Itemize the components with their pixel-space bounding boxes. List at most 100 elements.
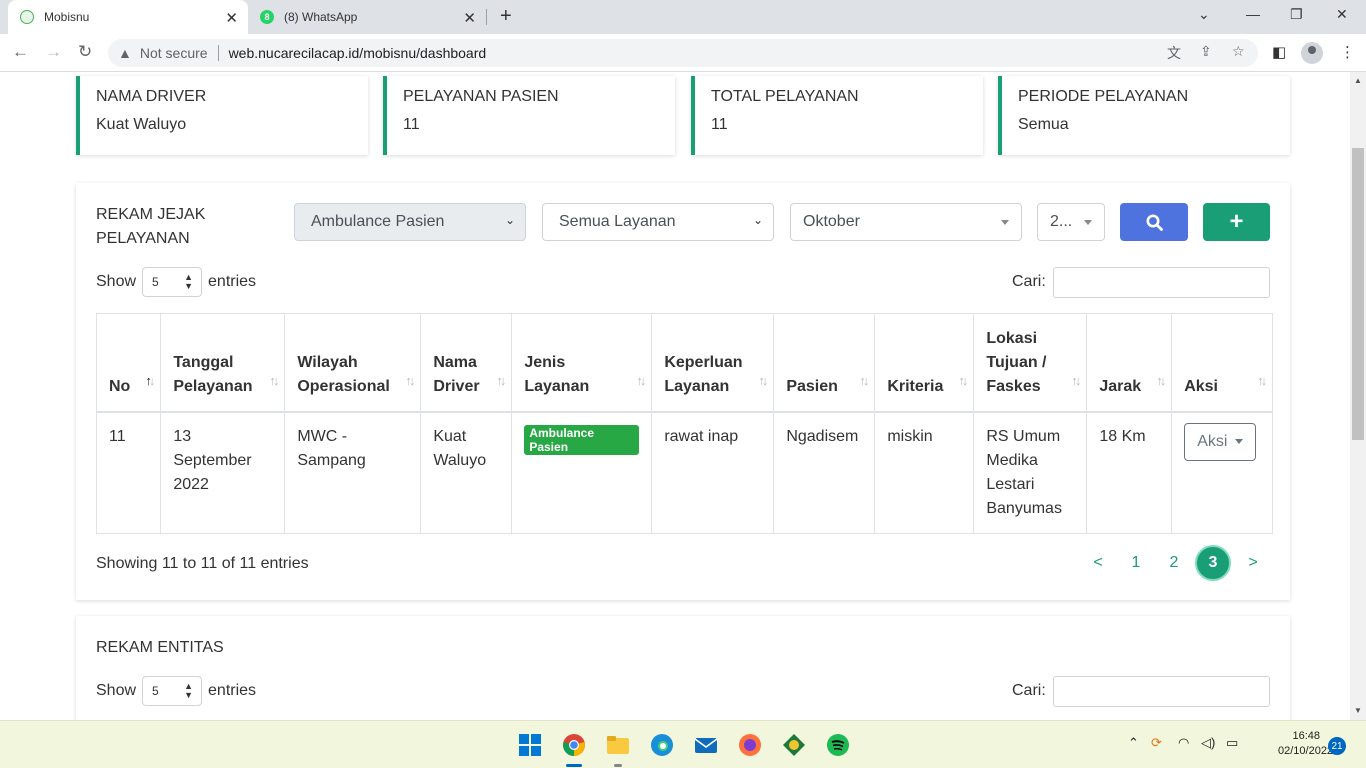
mail-icon[interactable] (694, 733, 718, 757)
entitas-search-input[interactable] (1053, 676, 1270, 707)
entries-label: entries (208, 682, 257, 699)
pagination-prev[interactable]: < (1080, 545, 1116, 581)
cell-no: 11 (95, 411, 162, 534)
select-value: Ambulance Pasien (311, 213, 445, 230)
mobisnu-favicon-icon (20, 10, 34, 24)
omnibox[interactable]: ▲ Not secure web.nucarecilacap.id/mobisn… (108, 39, 1258, 67)
pagination-page-2[interactable]: 2 (1156, 545, 1192, 581)
search-button[interactable] (1120, 203, 1188, 241)
new-tab-icon[interactable]: + (500, 5, 512, 28)
tab-mobisnu[interactable]: Mobisnu ✕ (8, 0, 248, 34)
table-search-input[interactable] (1053, 267, 1270, 298)
column-header-driver[interactable]: Nama Driver ↑↓ (420, 313, 513, 413)
column-header-lokasi[interactable]: Lokasi Tujuan / Faskes ↑↓ (973, 313, 1088, 413)
clock-date: 02/10/2022 (1278, 745, 1334, 757)
close-window-icon[interactable]: ✕ (1336, 6, 1348, 23)
cell-line: Sampang (297, 451, 366, 469)
stat-value: 11 (403, 116, 420, 133)
page-scrollbar[interactable]: ▲ ▼ (1350, 72, 1366, 720)
wifi-icon[interactable]: ◠ (1178, 735, 1189, 751)
plus-icon: + (1229, 208, 1244, 235)
pagination-page-1[interactable]: 1 (1118, 545, 1154, 581)
column-header-tanggal[interactable]: Tanggal Pelayanan ↑↓ (160, 313, 286, 413)
menu-kebab-icon[interactable]: ⋮ (1340, 43, 1355, 61)
tab-separator (486, 9, 487, 25)
translate-icon[interactable]: 文 (1167, 43, 1181, 63)
column-header-pasien[interactable]: Pasien ↑↓ (773, 313, 876, 413)
caret-down-icon (1084, 220, 1092, 225)
column-header-kriteria[interactable]: Kriteria ↑↓ (874, 313, 975, 413)
page-viewport: NAMA DRIVER Kuat Waluyo PELAYANAN PASIEN… (0, 72, 1350, 720)
scroll-up-icon[interactable]: ▲ (1354, 76, 1362, 85)
back-icon[interactable]: ← (12, 42, 29, 62)
aksi-dropdown-button[interactable]: Aksi (1184, 422, 1257, 461)
column-header-jarak[interactable]: Jarak ↑↓ (1086, 313, 1173, 413)
notification-badge[interactable]: 21 (1328, 737, 1346, 755)
side-panel-icon[interactable]: ◧ (1272, 43, 1286, 61)
column-header-wilayah[interactable]: Wilayah Operasional ↑↓ (284, 313, 422, 413)
sort-icon: ↑↓ (1156, 372, 1166, 388)
tray-chevron-up-icon[interactable]: ⌃ (1128, 735, 1139, 751)
add-button[interactable]: + (1203, 203, 1270, 241)
profile-avatar[interactable] (1301, 42, 1323, 64)
header-label: Pelayanan (173, 377, 253, 395)
nu-app-icon[interactable] (782, 733, 806, 757)
warning-icon[interactable]: ▲ (118, 45, 132, 61)
cell-line: Lestari (986, 475, 1035, 493)
page-length-control: Show 5 ▲ ▼ entries (96, 267, 256, 297)
close-tab-icon[interactable]: ✕ (225, 9, 238, 27)
scrollbar-thumb[interactable] (1352, 148, 1364, 440)
taskbar-clock[interactable]: 16:48 02/10/2022 (1278, 729, 1334, 759)
forward-icon[interactable]: → (45, 42, 62, 62)
sort-icon: ↑↓ (859, 372, 869, 388)
url-text[interactable]: web.nucarecilacap.id/mobisnu/dashboard (229, 45, 487, 61)
stat-card-periode: PERIODE PELAYANAN Semua (998, 76, 1290, 155)
column-header-keperluan[interactable]: Keperluan Layanan ↑↓ (651, 313, 775, 413)
volume-icon[interactable]: ◁) (1201, 735, 1215, 751)
share-icon[interactable]: ⇪ (1200, 43, 1212, 60)
minimize-icon[interactable]: — (1246, 6, 1260, 22)
edge-icon[interactable] (650, 733, 674, 757)
page-length-select[interactable]: 5 ▲ ▼ (142, 267, 203, 297)
sort-icon: ↑↓ (1257, 372, 1267, 388)
page-length-select[interactable]: 5 ▲ ▼ (142, 676, 203, 706)
column-header-aksi[interactable]: Aksi ↑↓ (1171, 313, 1274, 413)
pagination-page-3-current[interactable]: 3 (1195, 545, 1231, 581)
pelayanan-table: No ↑↓ Tanggal Pelayanan ↑↓ Wilayah Operasion… (95, 313, 1274, 534)
search-label: Cari: (1012, 682, 1046, 699)
tab-search-chevron-icon[interactable]: ⌄ (1198, 6, 1210, 23)
reload-icon[interactable]: ↻ (78, 42, 92, 62)
cell-jenis: Ambulance Pasien (511, 411, 653, 534)
pagination-next[interactable]: > (1235, 545, 1271, 581)
spotify-icon[interactable] (826, 733, 850, 757)
file-explorer-icon[interactable] (606, 733, 630, 757)
os-taskbar: ⌃ ⟳ ◠ ◁) ▭ 16:48 02/10/2022 21 (0, 720, 1366, 768)
aksi-label: Aksi (1197, 432, 1228, 450)
rekam-jejak-panel: REKAM JEJAK PELAYANAN Ambulance Pasien ⌄… (76, 183, 1290, 600)
tahun-select[interactable]: 2... (1037, 203, 1105, 241)
updown-icon: ▲ ▼ (184, 272, 194, 291)
panel-title: REKAM JEJAK PELAYANAN (96, 203, 205, 251)
sort-icon: ↑↓ (269, 372, 279, 388)
jenis-layanan-select[interactable]: Ambulance Pasien ⌄ (294, 203, 526, 241)
column-header-no[interactable]: No ↑↓ (95, 313, 162, 413)
sort-icon: ↑↓ (758, 372, 768, 388)
sort-icon: ↑↓ (405, 372, 415, 388)
layanan-select[interactable]: Semua Layanan ⌄ (542, 203, 774, 241)
close-tab-icon[interactable]: ✕ (463, 9, 476, 27)
bulan-select[interactable]: Oktober (790, 203, 1022, 241)
restore-icon[interactable]: ❐ (1290, 6, 1303, 23)
windows-start-icon[interactable] (518, 733, 542, 757)
chrome-icon[interactable] (562, 733, 586, 757)
security-label[interactable]: Not secure (140, 45, 208, 61)
bookmark-star-icon[interactable]: ☆ (1232, 43, 1245, 60)
tab-whatsapp[interactable]: 8 (8) WhatsApp ✕ (248, 0, 486, 34)
sync-icon[interactable]: ⟳ (1151, 735, 1162, 751)
column-header-jenis[interactable]: Jenis Layanan ↑↓ (511, 313, 653, 413)
firefox-icon[interactable] (738, 733, 762, 757)
battery-icon[interactable]: ▭ (1226, 735, 1238, 751)
scroll-down-icon[interactable]: ▼ (1354, 706, 1362, 715)
header-label: Aksi (1184, 377, 1218, 395)
clock-time: 16:48 (1292, 730, 1320, 742)
cell-jarak: 18 Km (1086, 411, 1173, 534)
